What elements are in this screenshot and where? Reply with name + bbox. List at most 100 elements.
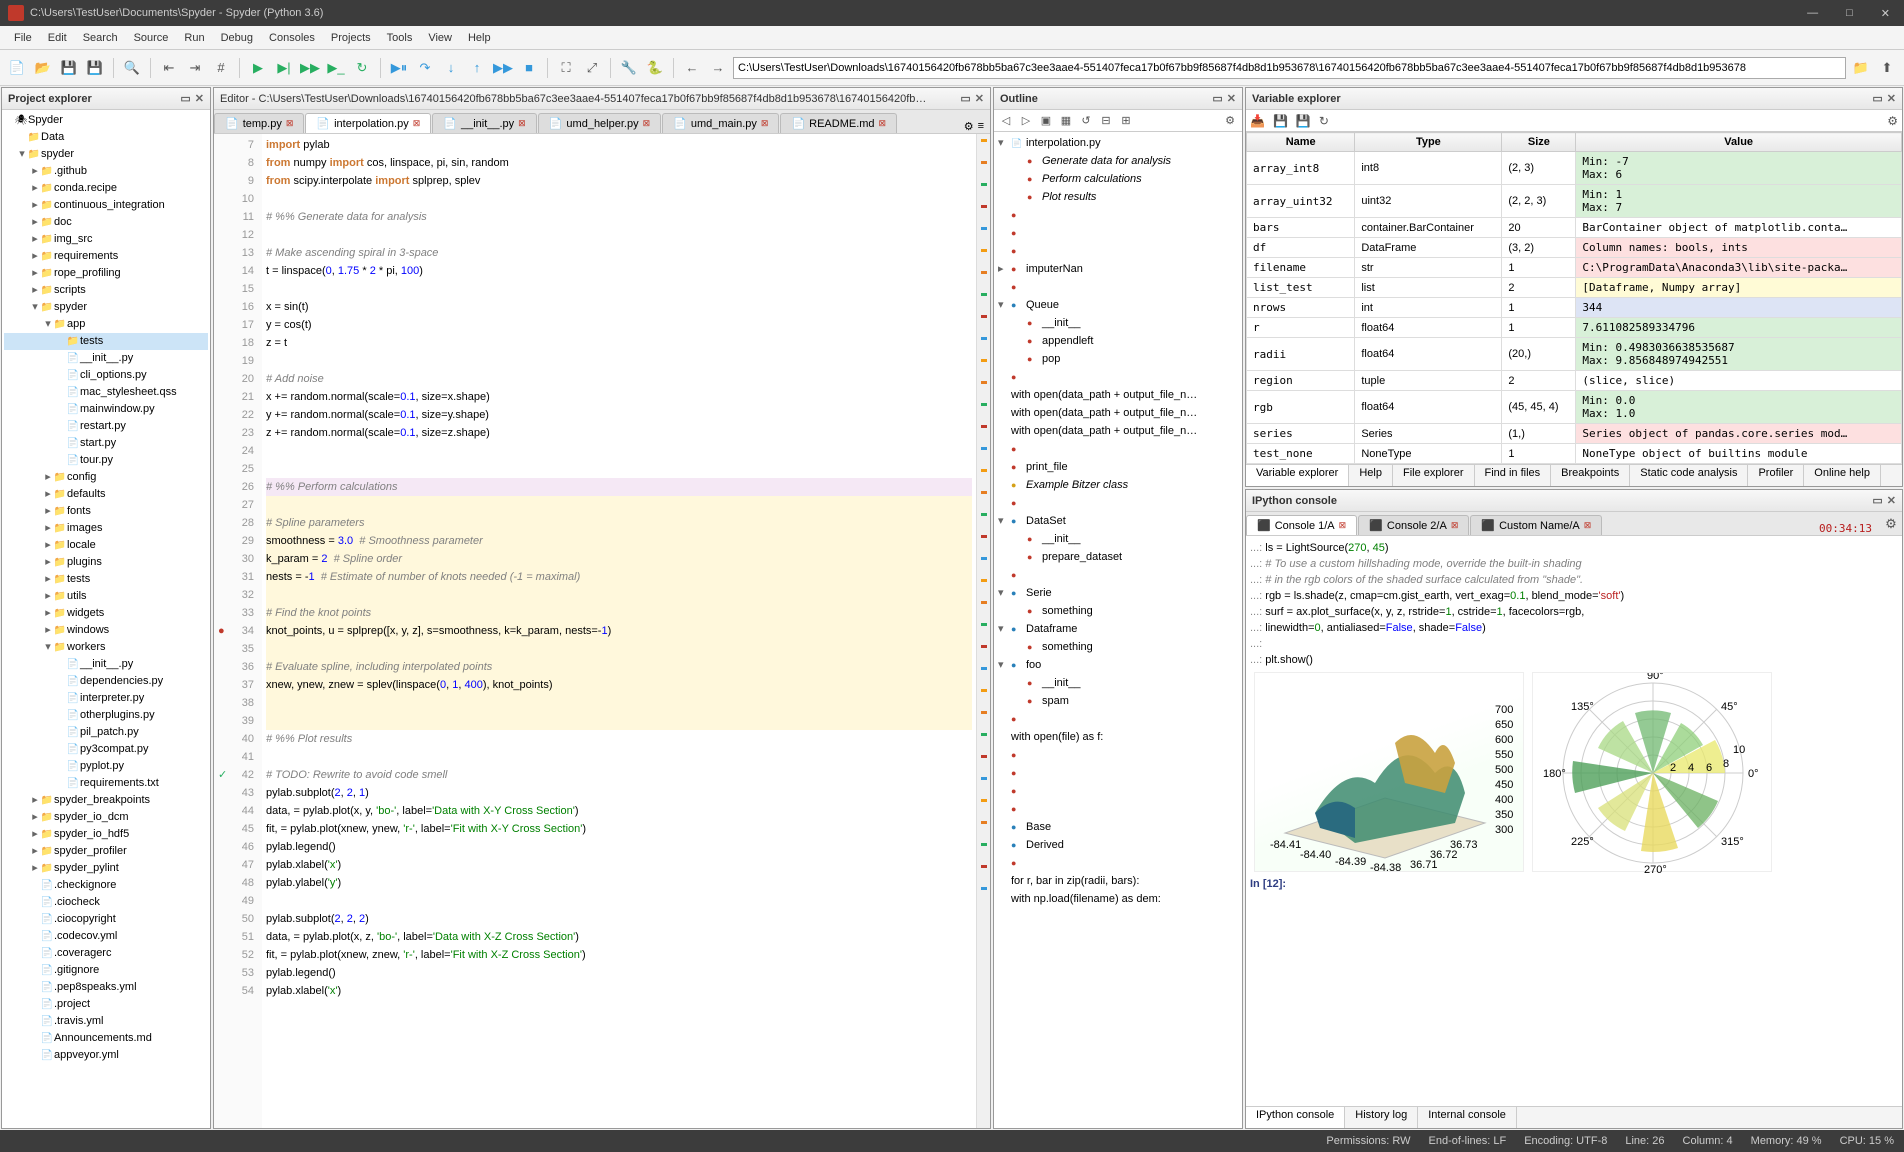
outline-item[interactable]: ●__init__ (998, 674, 1238, 692)
outline-item[interactable]: ▸●imputerNan (998, 260, 1238, 278)
tree-item[interactable]: ▸📁config (4, 469, 208, 486)
outline-item[interactable]: ●Perform calculations (998, 170, 1238, 188)
continue-icon[interactable]: ▶▶ (492, 57, 514, 79)
outline-item[interactable]: ● (998, 764, 1238, 782)
variable-row[interactable]: barscontainer.BarContainer20BarContainer… (1247, 218, 1902, 238)
tree-item[interactable]: 📄__init__.py (4, 350, 208, 367)
maximize-button[interactable]: □ (1840, 5, 1859, 22)
variable-row[interactable]: regiontuple2(slice, slice) (1247, 371, 1902, 391)
pane-close-icon[interactable]: ✕ (1887, 92, 1896, 105)
tree-item[interactable]: ▸📁spyder_profiler (4, 843, 208, 860)
tree-item[interactable]: ▸📁widgets (4, 605, 208, 622)
ipython-output[interactable]: ...: ls = LightSource(270, 45) ...: # To… (1246, 536, 1902, 1106)
tree-item[interactable]: ▸📁requirements (4, 248, 208, 265)
outline-item[interactable]: ● (998, 782, 1238, 800)
menu-source[interactable]: Source (126, 30, 177, 46)
ipython-tab[interactable]: ⬛Custom Name/A⊠ (1470, 515, 1602, 535)
ve-save-as-icon[interactable]: 💾 (1296, 114, 1311, 128)
variable-row[interactable]: seriesSeries(1,)Series object of pandas.… (1247, 424, 1902, 444)
menu-edit[interactable]: Edit (40, 30, 75, 46)
outline-item[interactable]: for r, bar in zip(radii, bars): (998, 872, 1238, 890)
tree-item[interactable]: ▸📁spyder_pylint (4, 860, 208, 877)
menu-run[interactable]: Run (176, 30, 212, 46)
outline-item[interactable]: ●Plot results (998, 188, 1238, 206)
scroll-minimap[interactable] (976, 134, 990, 1128)
tree-item[interactable]: ▸📁images (4, 520, 208, 537)
ve-options-icon[interactable]: ⚙ (1887, 114, 1898, 128)
outline-item[interactable]: ● (998, 854, 1238, 872)
tree-item[interactable]: 📄py3compat.py (4, 741, 208, 758)
variable-row[interactable]: array_uint32uint32(2, 2, 3)Min: 1 Max: 7 (1247, 185, 1902, 218)
outline-item[interactable]: with open(file) as f: (998, 728, 1238, 746)
outline-item[interactable]: ● (998, 494, 1238, 512)
tree-item[interactable]: 📁tests (4, 333, 208, 350)
outline-item[interactable]: ▾●Serie (998, 584, 1238, 602)
outline-item[interactable]: with open(data_path + output_file_n… (998, 422, 1238, 440)
tree-item[interactable]: 📁Data (4, 129, 208, 146)
ve-tab[interactable]: Help (1349, 465, 1393, 486)
outline-item[interactable]: ● (998, 710, 1238, 728)
variable-row[interactable]: filenamestr1C:\ProgramData\Anaconda3\lib… (1247, 258, 1902, 278)
outline-item[interactable]: ● (998, 206, 1238, 224)
menu-projects[interactable]: Projects (323, 30, 379, 46)
save-icon[interactable]: 💾 (58, 57, 80, 79)
outline-item[interactable]: ● (998, 242, 1238, 260)
outline-item[interactable]: ▾●DataSet (998, 512, 1238, 530)
ve-tab[interactable]: Online help (1804, 465, 1881, 486)
tree-item[interactable]: 📄interpreter.py (4, 690, 208, 707)
outline-item[interactable]: ▾●foo (998, 656, 1238, 674)
outline-restore-icon[interactable]: ↺ (1078, 114, 1094, 127)
pane-close-icon[interactable]: ✕ (1887, 494, 1896, 507)
tree-item[interactable]: 📄dependencies.py (4, 673, 208, 690)
fullscreen-icon[interactable]: ⤢ (581, 57, 603, 79)
outline-item[interactable]: with open(data_path + output_file_n… (998, 386, 1238, 404)
ipython-tab[interactable]: ⬛Console 1/A⊠ (1246, 515, 1357, 535)
editor-tab[interactable]: 📄umd_main.py⊠ (662, 113, 779, 133)
outline-item[interactable]: with np.load(filename) as dem: (998, 890, 1238, 908)
variable-row[interactable]: dfDataFrame(3, 2)Column names: bools, in… (1247, 238, 1902, 258)
back-icon[interactable]: ← (681, 57, 703, 79)
menu-help[interactable]: Help (460, 30, 499, 46)
tree-item[interactable]: 📄pil_patch.py (4, 724, 208, 741)
outline-item[interactable]: ▾●Dataframe (998, 620, 1238, 638)
tab-options-icon[interactable]: ⚙ (964, 120, 974, 133)
tree-item[interactable]: 📄start.py (4, 435, 208, 452)
code-editor[interactable]: 7891011121314151617181920212223242526272… (214, 134, 990, 1128)
tree-item[interactable]: ▾📁app (4, 316, 208, 333)
outline-item[interactable]: ● (998, 368, 1238, 386)
menu-view[interactable]: View (420, 30, 460, 46)
tree-item[interactable]: ▸📁windows (4, 622, 208, 639)
pane-undock-icon[interactable]: ▭ (1212, 92, 1222, 105)
tab-list-icon[interactable]: ≡ (978, 120, 984, 133)
variable-row[interactable]: nrowsint1344 (1247, 298, 1902, 318)
tree-item[interactable]: ▸📁rope_profiling (4, 265, 208, 282)
pane-undock-icon[interactable]: ▭ (1872, 494, 1882, 507)
variable-row[interactable]: rfloat6417.611082589334796 (1247, 318, 1902, 338)
variable-row[interactable]: test_noneNoneType1NoneType object of bui… (1247, 444, 1902, 464)
outline-item[interactable]: ▾📄interpolation.py (998, 134, 1238, 152)
tree-item[interactable]: ▾📁workers (4, 639, 208, 656)
outline-expand-icon[interactable]: ▦ (1058, 114, 1074, 127)
outline-item[interactable]: ●something (998, 638, 1238, 656)
tree-item[interactable]: ▸📁fonts (4, 503, 208, 520)
tree-item[interactable]: ▸📁spyder_breakpoints (4, 792, 208, 809)
outline-options-icon[interactable]: ⚙ (1222, 114, 1238, 127)
pane-close-icon[interactable]: ✕ (975, 92, 984, 105)
outline-item[interactable]: ●Base (998, 818, 1238, 836)
run-cell-advance-icon[interactable]: ▶▶ (299, 57, 321, 79)
tree-item[interactable]: 📄mac_stylesheet.qss (4, 384, 208, 401)
close-button[interactable]: ✕ (1875, 5, 1896, 22)
tree-item[interactable]: ▾📁spyder (4, 299, 208, 316)
run-icon[interactable]: ▶ (247, 57, 269, 79)
outline-item[interactable]: ● (998, 278, 1238, 296)
step-over-icon[interactable]: ↷ (414, 57, 436, 79)
menu-search[interactable]: Search (75, 30, 126, 46)
tree-item[interactable]: ▾📁spyder (4, 146, 208, 163)
outline-item[interactable]: ●Derived (998, 836, 1238, 854)
pane-undock-icon[interactable]: ▭ (1872, 92, 1882, 105)
outline-item[interactable]: ● (998, 224, 1238, 242)
run-cell-icon[interactable]: ▶| (273, 57, 295, 79)
tree-item[interactable]: 🕷Spyder (4, 112, 208, 129)
outline-item[interactable]: with open(data_path + output_file_n… (998, 404, 1238, 422)
outline-item[interactable]: ●__init__ (998, 530, 1238, 548)
